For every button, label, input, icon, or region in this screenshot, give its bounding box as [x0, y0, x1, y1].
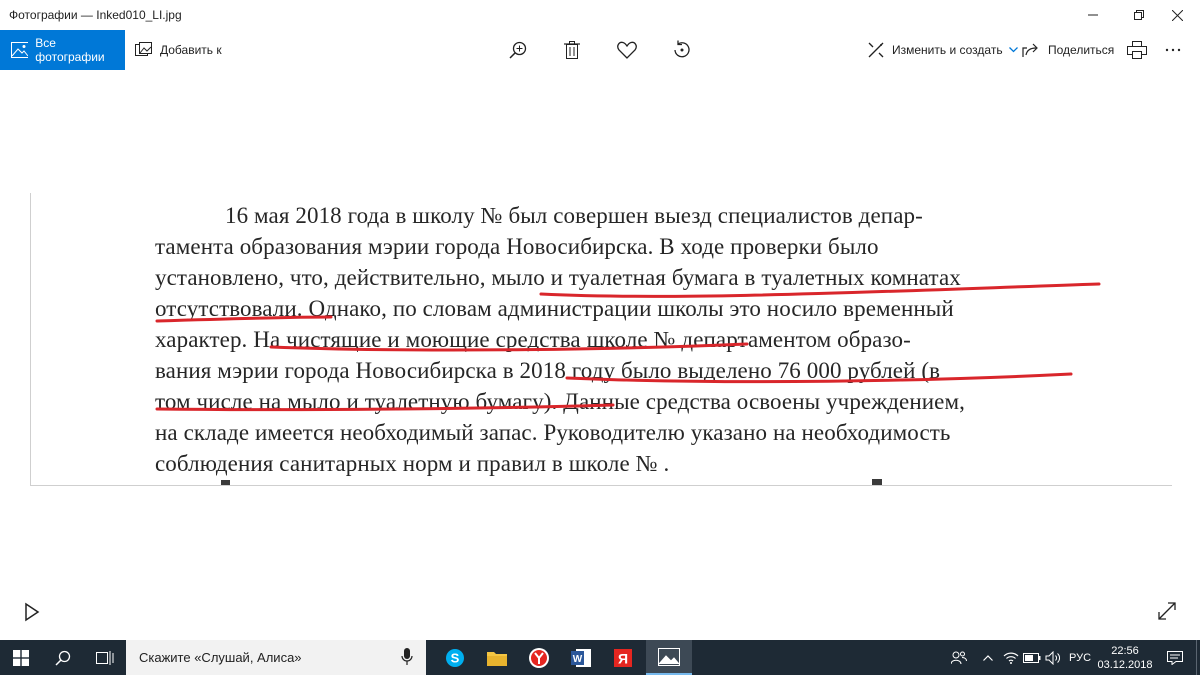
skype-taskbar-button[interactable]: S — [436, 640, 474, 675]
show-hidden-icons-button[interactable] — [978, 640, 998, 675]
add-to-label: Добавить к — [160, 43, 222, 57]
play-icon — [25, 602, 40, 622]
people-icon — [951, 651, 967, 664]
close-button[interactable] — [1154, 0, 1200, 30]
yandex-icon: Я — [614, 648, 632, 667]
all-photos-label: Все фотографии — [35, 36, 105, 64]
toolbar: Все фотографии Добавить к Изменить и соз… — [0, 30, 1200, 70]
share-label: Поделиться — [1048, 43, 1115, 57]
underline-including — [155, 403, 615, 412]
rotate-button[interactable] — [664, 30, 700, 70]
folder-icon — [487, 651, 507, 666]
zoom-icon — [509, 41, 527, 59]
underline-cleaning-funds — [269, 342, 749, 352]
yandex-browser-icon — [529, 647, 549, 668]
title-bar: Фотографии — Inked010_LI.jpg — [0, 0, 1200, 30]
photos-app-icon — [658, 647, 680, 666]
expand-icon — [1158, 602, 1176, 620]
yandex-taskbar-button[interactable]: Я — [604, 640, 642, 675]
red-underline-annotations — [31, 282, 1172, 485]
chevron-up-icon — [983, 654, 993, 661]
close-icon — [1171, 9, 1183, 21]
fullscreen-button[interactable] — [1156, 600, 1178, 622]
delete-button[interactable] — [554, 30, 590, 70]
file-explorer-taskbar-button[interactable] — [478, 640, 516, 675]
network-button[interactable] — [1001, 640, 1021, 675]
notifications-icon — [1167, 650, 1183, 665]
photos-taskbar-button[interactable] — [646, 640, 692, 675]
word-icon: W — [571, 648, 591, 667]
window-title: Фотографии — Inked010_LI.jpg — [9, 8, 182, 22]
alice-search-placeholder: Скажите «Слушай, Алиса» — [139, 650, 302, 665]
rotate-icon — [674, 40, 690, 58]
yandex-browser-taskbar-button[interactable] — [520, 640, 558, 675]
battery-icon — [1023, 652, 1041, 663]
microphone-icon — [401, 648, 413, 665]
edit-create-label: Изменить и создать — [892, 43, 1003, 57]
language-label: РУС — [1068, 651, 1092, 664]
alice-search-input[interactable]: Скажите «Слушай, Алиса» — [126, 640, 426, 675]
language-indicator[interactable]: РУС — [1066, 640, 1094, 675]
edit-icon — [868, 42, 884, 58]
start-button[interactable] — [0, 640, 42, 675]
heart-icon — [617, 41, 637, 59]
more-button[interactable] — [1155, 30, 1191, 70]
photos-icon — [11, 42, 29, 58]
volume-icon — [1045, 650, 1060, 665]
people-button[interactable] — [947, 640, 971, 675]
action-center-button[interactable] — [1158, 640, 1192, 675]
battery-button[interactable] — [1022, 640, 1042, 675]
more-icon — [1165, 48, 1181, 52]
share-button[interactable]: Поделиться — [1022, 30, 1114, 70]
chevron-down-icon — [1008, 47, 1018, 53]
clock-date: 03.12.2018 — [1097, 658, 1153, 671]
task-view-icon — [96, 650, 114, 665]
svg-text:Я: Я — [618, 650, 628, 666]
add-to-icon — [135, 42, 152, 56]
favorite-button[interactable] — [609, 30, 645, 70]
search-icon — [55, 650, 71, 666]
delete-icon — [564, 41, 580, 59]
edit-create-button[interactable]: Изменить и создать — [867, 30, 1018, 70]
word-taskbar-button[interactable]: W — [562, 640, 600, 675]
minimize-button[interactable] — [1070, 0, 1116, 30]
underline-soap-paper — [539, 282, 1101, 298]
task-view-button[interactable] — [84, 640, 126, 675]
add-to-button[interactable]: Добавить к — [135, 30, 222, 70]
skype-icon: S — [446, 648, 464, 667]
print-button[interactable] — [1119, 30, 1155, 70]
all-photos-button[interactable]: Все фотографии — [0, 30, 125, 70]
share-icon — [1022, 43, 1038, 57]
clock-time: 22:56 — [1111, 644, 1139, 657]
clock[interactable]: 22:56 03.12.2018 — [1097, 640, 1153, 675]
photo-viewer-image[interactable]: 16 мая 2018 года в школу № был совершен … — [30, 193, 1172, 486]
underline-absent — [155, 315, 333, 323]
slideshow-button[interactable] — [20, 601, 42, 623]
taskbar: Скажите «Слушай, Алиса» S W Я РУС 22:56 … — [0, 640, 1200, 675]
zoom-button[interactable] — [500, 30, 536, 70]
show-desktop-button[interactable] — [1196, 640, 1200, 675]
search-button[interactable] — [42, 640, 84, 675]
svg-text:W: W — [573, 654, 583, 665]
volume-button[interactable] — [1043, 640, 1063, 675]
underline-76000 — [565, 372, 1073, 384]
svg-text:S: S — [451, 650, 460, 665]
restore-icon — [1134, 10, 1144, 20]
windows-logo-icon — [13, 649, 29, 666]
print-icon — [1127, 41, 1147, 59]
minimize-icon — [1088, 14, 1098, 16]
wifi-icon — [1003, 652, 1019, 664]
